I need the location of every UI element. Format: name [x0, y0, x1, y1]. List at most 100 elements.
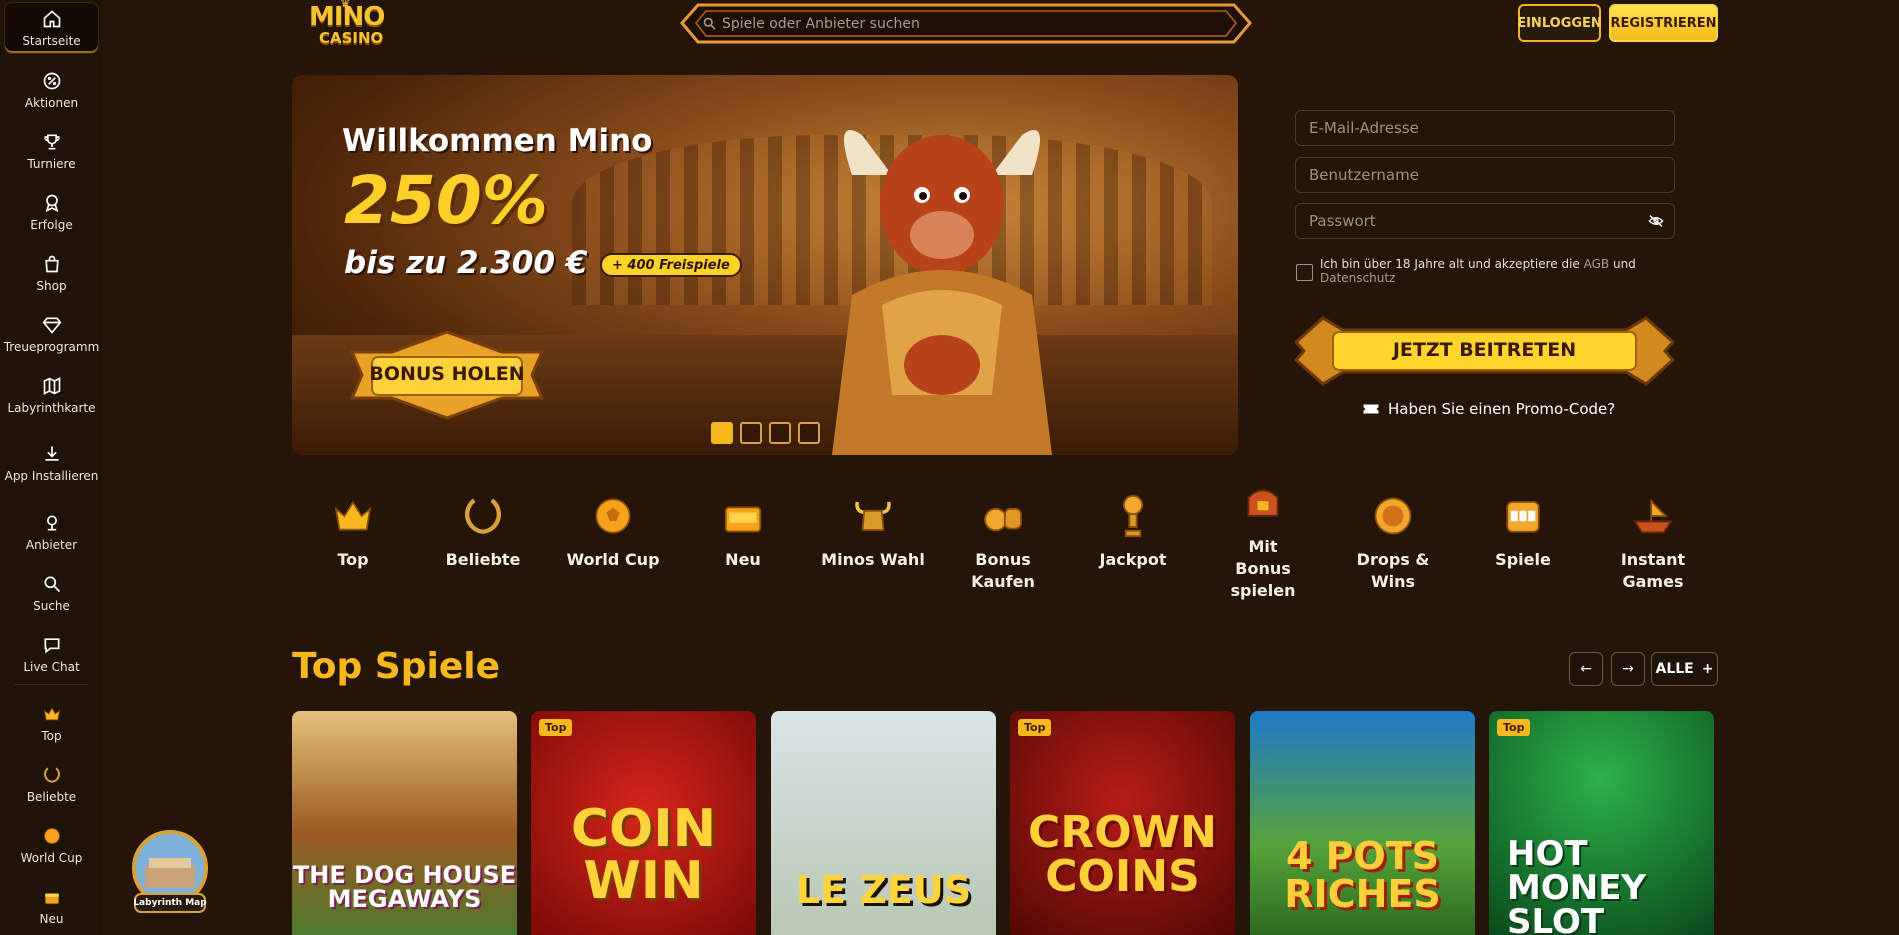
game-card[interactable]: LE ZEUS [771, 711, 996, 935]
game-tag-badge: Top [1018, 719, 1052, 736]
game-card[interactable]: Top COIN WIN [531, 711, 756, 935]
category-world-cup[interactable]: World Cup [558, 493, 668, 571]
sidebar-item-treueprogramm[interactable]: Treueprogramm [4, 310, 99, 358]
ticket-icon [1363, 404, 1379, 414]
banner-welcome: Willkommen Mino [342, 123, 653, 159]
sidebar-item-neu[interactable]: Neu [4, 883, 99, 929]
sidebar-item-top[interactable]: Top [4, 700, 99, 746]
password-field[interactable] [1295, 203, 1675, 239]
bull-helmet-icon [855, 501, 891, 531]
category-bonus-kaufen[interactable]: Bonus Kaufen [948, 493, 1058, 593]
sidebar-item-label: Suche [33, 598, 70, 613]
slide-indicator[interactable] [740, 422, 762, 444]
slide-indicator[interactable] [769, 422, 791, 444]
bonus-holen-button[interactable]: BONUS HOLEN [342, 330, 552, 420]
category-label: Jackpot [1099, 550, 1167, 569]
home-icon [43, 9, 60, 27]
arrow-left-icon: ← [1580, 661, 1592, 677]
sidebar-item-shop[interactable]: Shop [4, 249, 99, 297]
register-button[interactable]: REGISTRIEREN [1609, 4, 1718, 42]
game-title: COIN WIN [570, 799, 717, 911]
sidebar-item-label: Shop [36, 278, 67, 293]
username-field[interactable] [1295, 157, 1675, 193]
trophy-icon [43, 134, 60, 149]
datenschutz-link[interactable]: Datenschutz [1320, 271, 1395, 285]
category-instant-games[interactable]: Instant Games [1598, 493, 1708, 593]
sidebar-item-turniere[interactable]: Turniere [4, 127, 99, 175]
logo[interactable]: ♛ MINO CASINO [307, 0, 397, 50]
age-terms-checkbox[interactable] [1296, 264, 1313, 281]
search-bar[interactable] [680, 3, 1252, 44]
sidebar-item-startseite[interactable]: Startseite [4, 2, 99, 54]
promo-code-link[interactable]: Haben Sie einen Promo-Code? [1362, 400, 1615, 418]
login-button[interactable]: EINLOGGEN [1517, 4, 1602, 42]
new-chest-icon [724, 506, 762, 533]
plus-icon: + [1701, 661, 1714, 677]
join-now-label: JETZT BEITRETEN [1392, 339, 1577, 361]
sidebar-item-label: World Cup [20, 850, 83, 865]
agb-link[interactable]: AGB [1584, 257, 1610, 271]
search-input[interactable] [722, 12, 1202, 36]
map-icon [43, 376, 60, 395]
terms-prefix: Ich bin über 18 Jahre alt und akzeptiere… [1320, 257, 1584, 271]
sidebar-item-label: Turniere [27, 156, 76, 171]
category-drops-wins[interactable]: Drops & Wins [1338, 493, 1448, 593]
sidebar-item-suche[interactable]: Suche [4, 569, 99, 617]
category-neu[interactable]: Neu [688, 493, 798, 571]
email-field[interactable] [1295, 110, 1675, 146]
game-tag-badge: Top [1497, 719, 1531, 736]
sidebar-item-label: Beliebte [26, 789, 77, 804]
sidebar-item-live-chat[interactable]: Live Chat [4, 630, 99, 678]
sidebar-item-beliebte[interactable]: Beliebte [4, 761, 99, 807]
sidebar-item-labyrinthkarte[interactable]: Labyrinthkarte [4, 371, 99, 419]
sidebar-item-app-installieren[interactable]: App Installieren [4, 432, 99, 494]
ship-icon [1633, 499, 1673, 534]
eye-off-icon[interactable] [1648, 214, 1664, 228]
game-title: 4 POTS RICHES [1284, 834, 1441, 916]
category-label: Neu [725, 550, 761, 569]
game-card[interactable]: 4 POTS RICHES [1250, 711, 1475, 935]
section-title-top-spiele: Top Spiele [292, 646, 501, 687]
bonus-holen-label: BONUS HOLEN [369, 363, 525, 385]
ball-icon [595, 498, 631, 534]
category-label: Bonus Kaufen [971, 550, 1035, 591]
category-label: Instant Games [1620, 550, 1686, 591]
slide-indicator[interactable] [711, 422, 733, 444]
game-title: CROWN COINS [1028, 807, 1217, 902]
category-spiele[interactable]: Spiele [1468, 493, 1578, 571]
category-label: Drops & Wins [1356, 550, 1430, 591]
logo-text-top: MINO [309, 2, 385, 32]
game-title: THE DOG HOUSE MEGAWAYS [292, 861, 517, 913]
shopping-bag-icon [44, 255, 59, 272]
category-beliebte[interactable]: Beliebte [428, 493, 538, 571]
category-mit-bonus-spielen[interactable]: Mit Bonus spielen [1208, 480, 1318, 602]
new-chest-icon [44, 892, 59, 904]
join-now-button[interactable]: JETZT BEITRETEN [1293, 312, 1676, 390]
sidebar-item-label: Aktionen [24, 95, 79, 110]
game-card[interactable]: Top CROWN COINS [1010, 711, 1235, 935]
download-icon [44, 446, 59, 461]
carousel-next-button[interactable]: → [1611, 652, 1645, 686]
labyrinth-map-button[interactable]: Labyrinth Map [127, 828, 213, 918]
promo-banner[interactable]: Willkommen Mino 250% bis zu 2.300 € + 40… [292, 75, 1238, 455]
category-minos-wahl[interactable]: Minos Wahl [818, 493, 928, 571]
category-jackpot[interactable]: Jackpot [1078, 493, 1188, 571]
coins-icon [984, 507, 1022, 532]
sidebar-item-world-cup[interactable]: World Cup [4, 822, 99, 868]
banner-percent: 250% [344, 162, 548, 239]
sidebar-item-erfolge[interactable]: Erfolge [4, 188, 99, 236]
sidebar-item-anbieter[interactable]: Anbieter [4, 508, 99, 556]
game-card[interactable]: THE DOG HOUSE MEGAWAYS [292, 711, 517, 935]
search-icon [44, 576, 60, 592]
category-top[interactable]: Top [298, 493, 408, 571]
sidebar-item-label: Live Chat [23, 659, 80, 674]
all-games-button[interactable]: ALLE + [1651, 652, 1718, 686]
sidebar-item-label: Top [41, 728, 62, 743]
carousel-prev-button[interactable]: ← [1569, 652, 1603, 686]
sidebar-item-aktionen[interactable]: Aktionen [4, 66, 99, 114]
terms-mid: und [1609, 257, 1636, 271]
game-card[interactable]: Top HOT MONEY SLOT [1489, 711, 1714, 935]
slide-indicator[interactable] [798, 422, 820, 444]
slot-machine-icon [1506, 501, 1540, 533]
category-label: Top [337, 550, 369, 569]
